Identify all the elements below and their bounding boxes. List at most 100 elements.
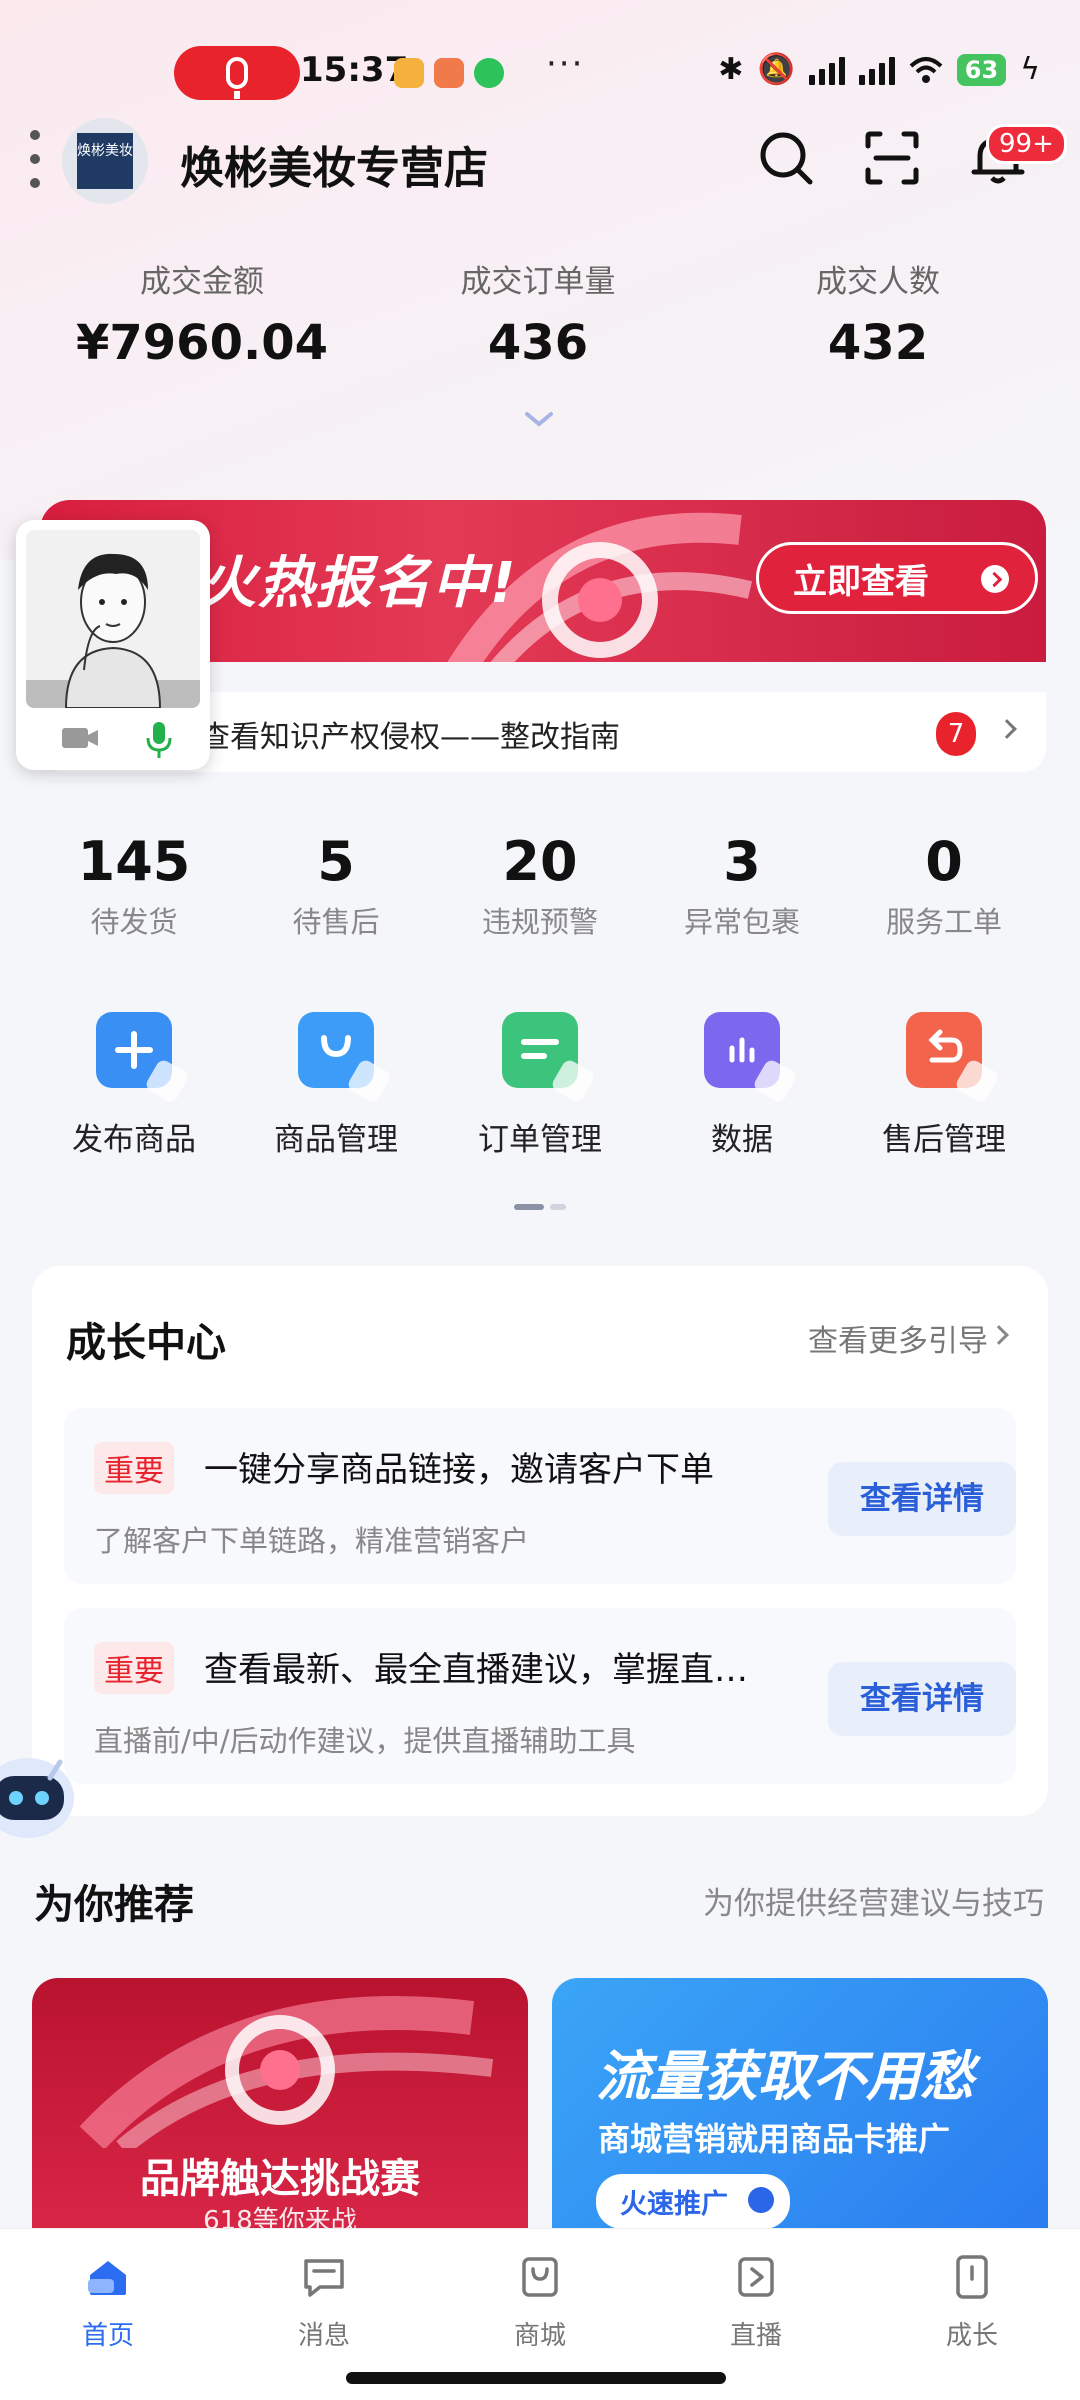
person-sketch-icon	[26, 553, 200, 708]
counter-value: 5	[317, 830, 355, 893]
store-avatar[interactable]: 焕彬美妆	[62, 118, 148, 204]
menu-dots-icon[interactable]	[30, 130, 42, 188]
counter-label: 待发货	[90, 905, 178, 939]
recommend-subtitle: 为你提供经营建议与技巧	[703, 1886, 1044, 1922]
video-camera-icon[interactable]	[60, 726, 100, 750]
bag-icon	[298, 1012, 393, 1105]
charging-icon: ϟ	[1020, 52, 1040, 87]
nav-live[interactable]: 直播	[648, 2253, 864, 2352]
summary-stats: 成交金额 ¥7960.04 成交订单量 436 成交人数 432	[0, 256, 1080, 386]
home-icon	[88, 2261, 126, 2295]
nav-messages[interactable]: 消息	[216, 2253, 432, 2352]
growth-center-card: 成长中心 查看更多引导 重要 一键分享商品链接，邀请客户下单 了解客户下单链路，…	[32, 1266, 1048, 1816]
signal-2-icon	[858, 55, 895, 85]
important-tag: 重要	[94, 1442, 174, 1494]
nav-label: 首页	[81, 2321, 134, 2351]
counter-label: 异常包裹	[683, 905, 800, 939]
growth-more-link[interactable]: 查看更多引导	[808, 1316, 988, 1360]
promote-button-label: 火速推广	[620, 2189, 728, 2220]
notice-text: 查看知识产权侵权——整改指南	[200, 720, 620, 755]
store-name[interactable]: 焕彬美妆专营店	[180, 132, 488, 196]
health-app-icon	[434, 58, 464, 88]
order-icon	[502, 1012, 597, 1105]
counter-label: 违规预警	[481, 905, 598, 939]
app-header: 焕彬美妆 焕彬美妆专营店 99+	[0, 112, 1080, 212]
tool-product-management[interactable]: 商品管理	[236, 1012, 436, 1159]
stat-label: 成交订单量	[460, 264, 616, 300]
banner-view-button[interactable]: 立即查看	[756, 542, 1038, 614]
promote-now-button[interactable]: 火速推广	[596, 2174, 790, 2229]
chart-icon	[704, 1012, 799, 1105]
signal-icon	[808, 55, 845, 85]
counter-abnormal-package[interactable]: 3 异常包裹	[642, 830, 842, 941]
task-title: 一键分享商品链接，邀请客户下单	[204, 1450, 714, 1490]
plus-icon	[96, 1012, 191, 1105]
stat-orders[interactable]: 成交订单量 436	[358, 256, 718, 371]
notice-count-badge: 7	[936, 712, 976, 756]
nav-mall[interactable]: 商城	[432, 2253, 648, 2352]
stat-gmv[interactable]: 成交金额 ¥7960.04	[22, 256, 382, 371]
nav-label: 商城	[513, 2321, 566, 2351]
status-time: 15:37	[300, 50, 409, 90]
chevron-right-icon	[989, 1325, 1009, 1345]
task-subtitle: 了解客户下单链路，精准营销客户	[94, 1524, 530, 1558]
quick-tools: 发布商品 商品管理 订单管理 数据 售后管理	[0, 1012, 1080, 1182]
tool-label: 商品管理	[274, 1122, 398, 1158]
return-icon	[906, 1012, 1001, 1105]
arrow-right-icon	[748, 2187, 774, 2213]
recording-indicator[interactable]	[174, 46, 300, 100]
more-notifications-icon: ···	[546, 44, 585, 84]
recommend-card-traffic[interactable]: 流量获取不用愁 商城营销就用商品卡推广 火速推广	[552, 1978, 1048, 2238]
growth-task[interactable]: 重要 查看最新、最全直播建议，掌握直播技巧 直播前/中/后动作建议，提供直播辅助…	[64, 1608, 1016, 1784]
tool-order-management[interactable]: 订单管理	[440, 1012, 640, 1159]
notes-app-icon	[394, 58, 424, 88]
tool-label: 数据	[711, 1122, 773, 1158]
task-subtitle: 直播前/中/后动作建议，提供直播辅助工具	[94, 1724, 636, 1758]
tool-label: 发布商品	[72, 1122, 196, 1158]
nav-home[interactable]: 首页	[0, 2253, 216, 2352]
mall-icon	[522, 2257, 558, 2297]
scan-icon[interactable]	[860, 126, 924, 190]
counter-pending-aftersale[interactable]: 5 待售后	[236, 830, 436, 941]
growth-task[interactable]: 重要 一键分享商品链接，邀请客户下单 了解客户下单链路，精准营销客户 查看详情	[64, 1408, 1016, 1584]
home-indicator[interactable]	[346, 2372, 726, 2384]
card-subtitle: 商城营销就用商品卡推广	[598, 2120, 951, 2158]
tool-publish-product[interactable]: 发布商品	[34, 1012, 234, 1159]
nav-growth[interactable]: 成长	[864, 2253, 1080, 2352]
microphone-icon	[226, 57, 248, 99]
stat-buyers[interactable]: 成交人数 432	[698, 256, 1058, 371]
recommend-title: 为你推荐	[34, 1882, 194, 1928]
card-title: 流量获取不用愁	[596, 2045, 974, 2108]
store-logo-text: 焕彬美妆	[77, 133, 133, 189]
robot-assistant-icon[interactable]	[0, 1742, 90, 1852]
tool-aftersale-management[interactable]: 售后管理	[844, 1012, 1044, 1159]
tool-data[interactable]: 数据	[642, 1012, 842, 1159]
floating-video-window[interactable]	[16, 520, 210, 770]
view-details-button[interactable]: 查看详情	[828, 1462, 1016, 1536]
growth-title: 成长中心	[66, 1320, 226, 1366]
mute-icon: 🔕	[757, 52, 795, 87]
counter-value: 145	[77, 830, 191, 893]
notification-badge: 99+	[986, 124, 1067, 164]
counter-value: 20	[502, 830, 578, 893]
counter-value: 3	[723, 830, 761, 893]
expand-chevron-icon[interactable]	[524, 410, 554, 428]
tool-label: 售后管理	[882, 1122, 1006, 1158]
view-details-button[interactable]: 查看详情	[828, 1662, 1016, 1736]
wechat-icon	[474, 58, 504, 88]
nav-label: 消息	[297, 2321, 350, 2351]
microphone-on-icon[interactable]	[144, 720, 174, 760]
recommend-card-brand-challenge[interactable]: 品牌触达挑战赛 618等你来战	[32, 1978, 528, 2238]
wifi-icon	[909, 56, 943, 83]
tools-page-indicator	[514, 1204, 566, 1210]
order-counters: 145 待发货 5 待售后 20 违规预警 3 异常包裹 0 服务工单	[0, 830, 1080, 950]
stat-value: ¥7960.04	[75, 315, 329, 371]
counter-pending-shipment[interactable]: 145 待发货	[34, 830, 234, 941]
task-title: 查看最新、最全直播建议，掌握直播技巧	[204, 1650, 764, 1690]
search-icon[interactable]	[754, 126, 818, 190]
stat-label: 成交人数	[816, 264, 940, 300]
counter-violation-warning[interactable]: 20 违规预警	[440, 830, 640, 941]
counter-service-tickets[interactable]: 0 服务工单	[844, 830, 1044, 941]
message-icon	[304, 2259, 344, 2297]
banner-text: 火热报名中!	[200, 551, 518, 616]
